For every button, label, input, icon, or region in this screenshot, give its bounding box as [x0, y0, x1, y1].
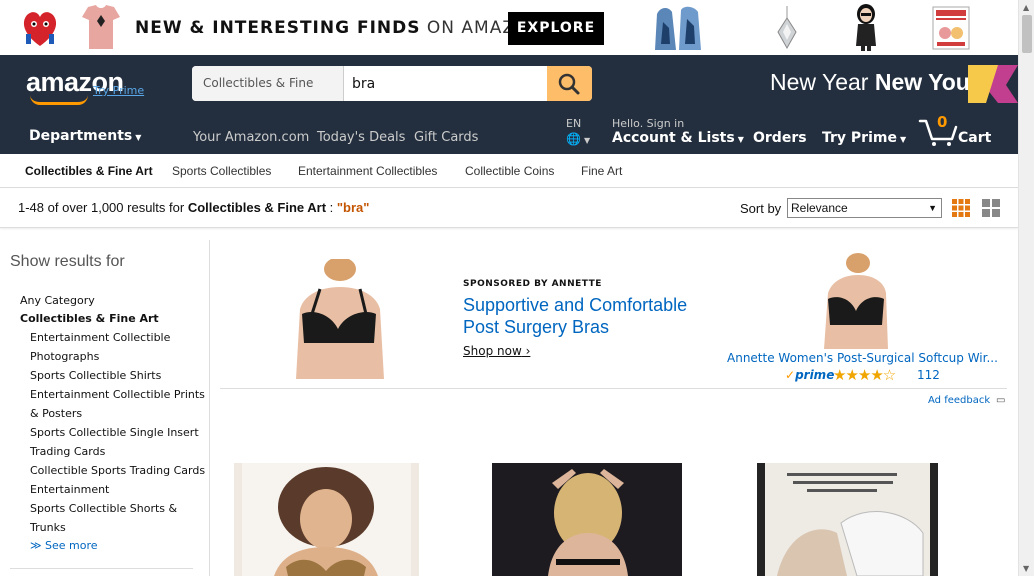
figurine-icon[interactable]	[852, 2, 880, 52]
nav-header: amazon Try Prime Collectibles & Fine Art…	[0, 55, 1018, 154]
subnav-fine-art[interactable]: Fine Art	[581, 164, 622, 178]
sidebar-item-entertainment-photographs[interactable]: Photographs	[30, 350, 99, 363]
orders-link[interactable]: Orders	[753, 130, 807, 146]
refinement-sidebar: Show results for Any Category Collectibl…	[0, 240, 210, 576]
promo-ribbon-icon	[968, 65, 1018, 103]
account-lists-menu[interactable]: Account & Lists ▼	[612, 130, 744, 146]
cart-label[interactable]: Cart	[958, 130, 991, 146]
chevron-down-icon: ≫	[30, 539, 42, 552]
search-bar: Collectibles & Fine Art▼	[192, 66, 592, 101]
sidebar-item-entertainment-photographs[interactable]: Entertainment Collectible	[30, 331, 170, 344]
sidebar-any-category[interactable]: Any Category	[20, 294, 95, 307]
grid-view-icon[interactable]	[952, 199, 970, 217]
explore-button[interactable]: EXPLORE	[508, 12, 604, 45]
search-category-dropdown[interactable]: Collectibles & Fine Art▼	[192, 66, 344, 101]
results-count: 1-48 of over 1,000 results for Collectib…	[18, 200, 370, 215]
ad-product-image[interactable]	[290, 259, 388, 379]
ad-sponsor-label: SPONSORED BY ANNETTE	[463, 279, 602, 289]
logo-smile-icon	[30, 95, 88, 105]
ad-product-thumbnail[interactable]	[820, 253, 892, 349]
scroll-down-icon[interactable]: ▼	[1023, 564, 1029, 573]
scroll-up-icon[interactable]: ▲	[1023, 3, 1029, 12]
pendant-icon[interactable]	[773, 4, 801, 52]
logo-try-prime-link[interactable]: Try Prime	[93, 84, 144, 97]
nav-link-todays-deals[interactable]: Today's Deals	[317, 130, 405, 145]
sort-select[interactable]: Relevance ▼	[787, 198, 942, 218]
sidebar-title: Show results for	[10, 253, 125, 270]
language-label[interactable]: EN	[566, 117, 581, 130]
rating-stars[interactable]: ★★★★☆	[833, 366, 896, 384]
subnav-sports-collectibles[interactable]: Sports Collectibles	[172, 164, 271, 178]
sign-in-greeting[interactable]: Hello. Sign in	[612, 117, 684, 130]
sidebar-item-entertainment-prints[interactable]: Entertainment Collectible Prints	[30, 388, 205, 401]
caret-down-icon: ▼	[928, 203, 937, 213]
printed-tshirt-icon[interactable]	[80, 3, 122, 51]
gallery-view-icon[interactable]	[982, 199, 1000, 217]
plush-heart-icon[interactable]	[17, 4, 63, 50]
result-image[interactable]	[234, 463, 419, 576]
sidebar-item-sports-trading-cards[interactable]: Collectible Sports Trading Cards	[30, 464, 205, 477]
subnav-collectibles-fine-art[interactable]: Collectibles & Fine Art	[25, 164, 153, 178]
see-more-link[interactable]: ≫ See more	[30, 539, 98, 552]
promo-banner[interactable]: NEW & INTERESTING FINDS ON AMAZON EXPLOR…	[0, 0, 1018, 55]
search-icon	[558, 73, 580, 95]
nav-link-your-amazon[interactable]: Your Amazon.com	[193, 130, 309, 145]
try-prime-menu[interactable]: Try Prime ▼	[822, 130, 906, 146]
ad-headline[interactable]: Supportive and Comfortable Post Surgery …	[463, 294, 723, 338]
caret-down-icon: ▼	[135, 133, 142, 142]
sort-by-label: Sort by	[740, 201, 782, 216]
sidebar-item-sports-trading-cards[interactable]: Entertainment	[30, 483, 109, 496]
result-image[interactable]	[757, 463, 938, 576]
sidebar-divider	[10, 568, 193, 569]
sidebar-current-category: Collectibles & Fine Art	[20, 312, 159, 325]
promo-text: NEW & INTERESTING FINDS ON AMAZON	[135, 18, 544, 38]
caret-down-icon: ▼	[899, 135, 907, 144]
ad-product-title[interactable]: Annette Women's Post-Surgical Softcup Wi…	[727, 351, 1002, 365]
scroll-thumb[interactable]	[1022, 15, 1032, 53]
sidebar-item-sports-shorts[interactable]: Sports Collectible Shorts &	[30, 502, 177, 515]
caret-down-icon: ▼	[737, 135, 744, 144]
sidebar-item-entertainment-prints[interactable]: & Posters	[30, 407, 82, 420]
new-year-promo[interactable]: New Year New You	[770, 69, 970, 96]
scrollbar[interactable]: ▲ ▼	[1018, 0, 1034, 576]
sidebar-item-sports-shirts[interactable]: Sports Collectible Shirts	[30, 369, 161, 382]
globe-icon[interactable]: 🌐 ▼	[566, 132, 590, 146]
results-bar: 1-48 of over 1,000 results for Collectib…	[0, 189, 1018, 228]
search-button[interactable]	[547, 66, 592, 101]
subnav-entertainment-collectibles[interactable]: Entertainment Collectibles	[298, 164, 437, 178]
sponsored-ad[interactable]: SPONSORED BY ANNETTE Supportive and Comf…	[220, 249, 1007, 389]
ad-feedback-link[interactable]: Ad feedback	[928, 395, 990, 406]
category-subnav: Collectibles & Fine Art Sports Collectib…	[0, 154, 1018, 188]
ad-shop-now-link[interactable]: Shop now ›	[463, 344, 530, 358]
departments-menu[interactable]: Departments ▼	[29, 128, 141, 144]
geode-bookends-icon[interactable]	[652, 4, 704, 52]
card-icon[interactable]	[931, 5, 971, 51]
search-input[interactable]	[346, 66, 546, 101]
subnav-collectible-coins[interactable]: Collectible Coins	[465, 164, 554, 178]
nav-link-gift-cards[interactable]: Gift Cards	[414, 130, 478, 145]
prime-badge: ✓prime	[785, 368, 835, 382]
cart-count[interactable]: 0	[937, 113, 947, 131]
check-icon: ✓	[785, 368, 796, 382]
review-count[interactable]: 112	[917, 368, 940, 382]
feedback-icon[interactable]: ▭	[996, 395, 1005, 406]
result-image[interactable]	[492, 463, 682, 576]
sidebar-item-sports-shorts[interactable]: Trunks	[30, 521, 66, 534]
sidebar-item-sports-single-insert[interactable]: Trading Cards	[30, 445, 105, 458]
search-category-label: Collectibles & Fine Art	[203, 76, 314, 90]
sidebar-item-sports-single-insert[interactable]: Sports Collectible Single Insert	[30, 426, 199, 439]
